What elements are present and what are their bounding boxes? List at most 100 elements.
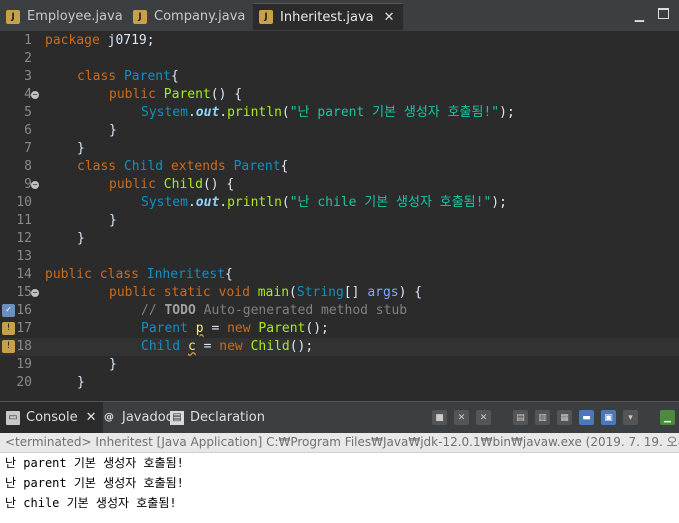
word-wrap-icon[interactable]: ▦: [557, 410, 572, 425]
line-number: 6: [24, 123, 32, 138]
line-number: 12: [16, 231, 32, 246]
code-line-5: 5 System.out.println("난 parent 기본 생성자 호출…: [24, 105, 515, 120]
tab-label: Employee.java: [27, 9, 123, 24]
close-icon[interactable]: ✕: [86, 410, 97, 425]
clear-console-icon[interactable]: ▤: [513, 410, 528, 425]
code-line-18-current: ! 18 Child c = new Child();: [0, 338, 679, 356]
editor-tab-bar: J Employee.java J Company.java J Inherit…: [0, 0, 679, 32]
code-line-4: 4− public Parent() {: [24, 87, 243, 102]
class-ref: System: [141, 105, 188, 120]
line-number: 13: [16, 249, 32, 264]
type-ref: String: [296, 285, 344, 300]
code-line-19: 19 }: [16, 357, 117, 372]
java-file-icon: J: [259, 10, 273, 24]
class-name: Inheritest: [146, 267, 226, 282]
fold-collapse-icon[interactable]: −: [31, 181, 39, 189]
task-marker-icon[interactable]: ✓: [2, 304, 15, 317]
keyword: class: [77, 159, 117, 174]
keyword: void: [218, 285, 250, 300]
bottom-panel-tab-bar: ▭ Console ✕ @ Javadoc ▤ Declaration ■ ✕ …: [0, 401, 679, 433]
close-icon[interactable]: ✕: [384, 10, 395, 25]
fold-collapse-icon[interactable]: −: [31, 289, 39, 297]
type-ref: Parent: [141, 321, 188, 336]
field-ref: out: [195, 105, 220, 120]
code-line-6: 6 }: [24, 123, 117, 138]
code-lines: 1 package j0719; 2 3 class Parent{ 4− pu…: [0, 32, 679, 392]
code-line-2: 2: [0, 50, 679, 68]
line-number: 11: [16, 213, 32, 228]
keyword: class: [77, 69, 117, 84]
tab-declaration[interactable]: ▤ Declaration: [170, 402, 265, 433]
line-number: 16: [16, 303, 32, 318]
keyword: static: [163, 285, 211, 300]
console-output-line: 난 parent 기본 생성자 호출됨!: [5, 476, 184, 490]
keyword: public: [45, 267, 92, 282]
console-output-line: 난 parent 기본 생성자 호출됨!: [5, 456, 184, 470]
pin-console-icon[interactable]: ▬: [579, 410, 594, 425]
unused-variable: p: [195, 321, 204, 336]
line-number: 17: [16, 321, 32, 336]
console-view[interactable]: <terminated> Inheritest [Java Applicatio…: [0, 433, 679, 523]
param-name: args: [367, 285, 399, 300]
minimize-panel-icon[interactable]: ▁: [660, 410, 675, 425]
keyword: public: [109, 87, 156, 102]
constructor-call: Child: [250, 339, 290, 354]
open-console-icon[interactable]: ▾: [623, 410, 638, 425]
keyword: public: [109, 285, 156, 300]
keyword: package: [45, 33, 100, 48]
declaration-icon: ▤: [170, 410, 184, 425]
code-editor[interactable]: 1 package j0719; 2 3 class Parent{ 4− pu…: [0, 32, 679, 400]
keyword: class: [99, 267, 139, 282]
tab-employee-java[interactable]: J Employee.java: [0, 3, 131, 30]
code-line-12: 12 }: [16, 231, 85, 246]
console-output-line: 난 chile 기본 생성자 호출됨!: [5, 496, 177, 510]
editor-window-controls: ▁: [635, 8, 669, 22]
warning-marker-icon[interactable]: !: [2, 322, 15, 335]
unused-variable: c: [187, 339, 196, 354]
tab-console[interactable]: ▭ Console ✕: [0, 402, 103, 433]
code-line-14: 14 public class Inheritest{: [16, 267, 233, 282]
method-name: main: [257, 285, 290, 300]
field-ref: out: [195, 195, 220, 210]
java-file-icon: J: [133, 9, 147, 24]
keyword: extends: [170, 159, 226, 174]
tab-label: Declaration: [190, 410, 265, 425]
line-number: 20: [16, 375, 32, 390]
terminate-icon[interactable]: ■: [432, 410, 447, 425]
tab-label: Console: [26, 410, 78, 425]
tab-label: Javadoc: [122, 410, 173, 425]
tab-javadoc[interactable]: @ Javadoc: [102, 402, 173, 433]
line-number: 3: [24, 69, 32, 84]
constructor-name: Parent: [163, 87, 211, 102]
line-number: 10: [16, 195, 32, 210]
console-toolbar: ■ ✕ ✕ ▤ ▥ ▦ ▬ ▣ ▾ ▁: [432, 410, 675, 425]
class-name: Parent: [233, 159, 281, 174]
code-line-16: ✓ 16 // TODO Auto-generated method stub: [0, 302, 679, 320]
javadoc-icon: @: [104, 412, 114, 423]
code-line-20: 20 }: [16, 375, 85, 390]
todo-tag: TODO: [164, 303, 196, 318]
code-line-1: 1 package j0719;: [0, 32, 679, 50]
string-literal: "난 chile 기본 생성자 호출됨!": [289, 195, 492, 210]
constructor-call: Parent: [258, 321, 306, 336]
warning-marker-icon[interactable]: !: [2, 340, 15, 353]
line-number: 1: [24, 33, 32, 48]
maximize-icon[interactable]: [658, 8, 669, 19]
minimize-icon[interactable]: ▁: [635, 8, 644, 22]
code-line-17: ! 17 Parent p = new Parent();: [0, 320, 679, 338]
remove-all-terminated-icon[interactable]: ✕: [476, 410, 491, 425]
code-line-9: 9− public Child() {: [24, 177, 235, 192]
code-line-7: 7 }: [24, 141, 85, 156]
tab-company-java[interactable]: J Company.java: [127, 3, 253, 30]
line-number: 5: [24, 105, 32, 120]
console-process-header: <terminated> Inheritest [Java Applicatio…: [0, 433, 679, 453]
display-console-icon[interactable]: ▣: [601, 410, 616, 425]
scroll-lock-icon[interactable]: ▥: [535, 410, 550, 425]
remove-launch-icon[interactable]: ✕: [454, 410, 469, 425]
java-file-icon: J: [6, 9, 20, 24]
line-number: 14: [16, 267, 32, 282]
comment-text: Auto-generated method stub: [203, 303, 408, 318]
code-line-11: 11 }: [16, 213, 117, 228]
tab-inheritest-java[interactable]: J Inheritest.java ✕: [253, 3, 403, 30]
fold-collapse-icon[interactable]: −: [31, 91, 39, 99]
